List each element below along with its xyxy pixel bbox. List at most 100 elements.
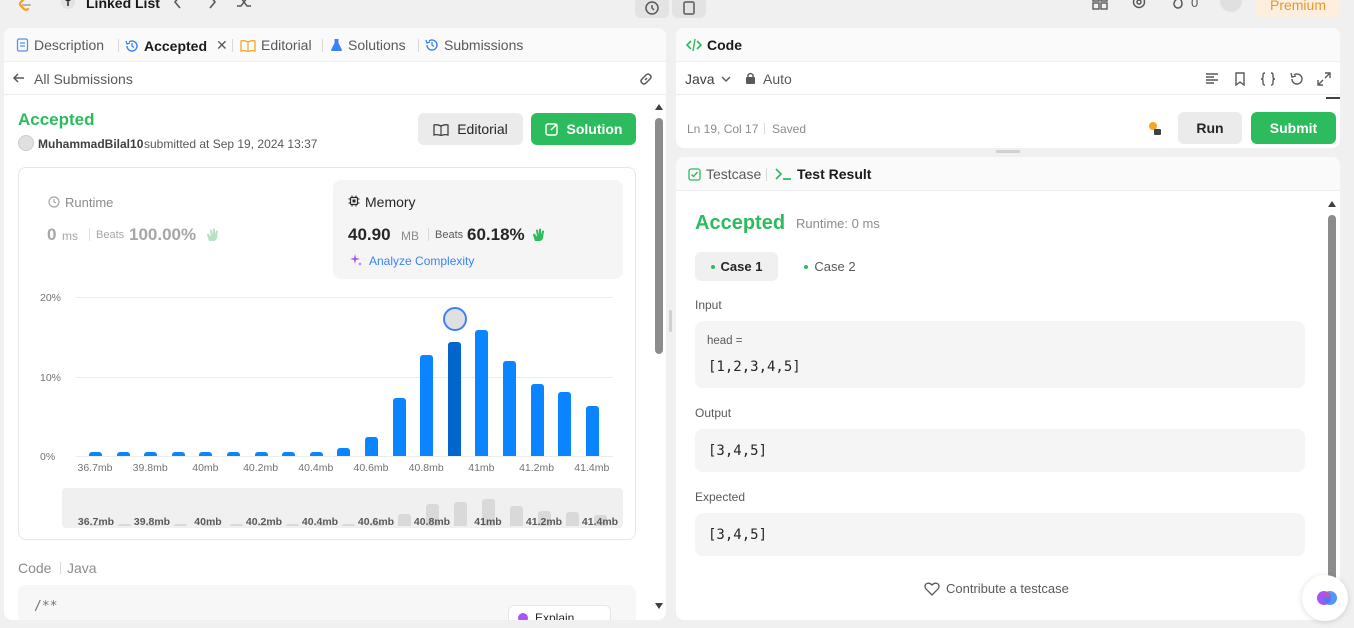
case-tab-1[interactable]: Case 1 <box>695 252 778 281</box>
streak-fire-icon[interactable] <box>1170 0 1186 10</box>
x-tick-label: 40.8mb <box>408 462 444 474</box>
chart-bar[interactable] <box>171 452 185 456</box>
chart-bar[interactable] <box>530 383 544 456</box>
streak-count: 0 <box>1191 0 1199 10</box>
tab-description[interactable]: Description <box>16 37 104 53</box>
username[interactable]: MuhammadBilal10 <box>38 137 143 151</box>
tab-test-result[interactable]: Test Result <box>774 166 871 182</box>
expand-icon[interactable] <box>1317 72 1331 86</box>
tab-code[interactable]: Code <box>686 37 742 53</box>
scroll-down-arrow[interactable] <box>655 603 663 609</box>
book-icon <box>240 39 256 52</box>
chart-bar[interactable] <box>199 452 213 456</box>
result-tab-bar: Testcase Test Result <box>676 157 1340 191</box>
settings-gear-icon[interactable] <box>1131 0 1147 10</box>
tab-submissions[interactable]: Submissions <box>425 37 523 53</box>
chart-bar[interactable] <box>365 436 378 456</box>
submit-button[interactable]: Submit <box>1251 112 1336 144</box>
scroll-up-arrow[interactable] <box>1328 201 1336 207</box>
tab-accepted[interactable]: Accepted ✕ <box>125 37 228 54</box>
chart-bar[interactable] <box>254 452 268 456</box>
tab-editorial[interactable]: Editorial <box>240 37 312 53</box>
minimap-tick-label: 40.8mb <box>413 516 451 528</box>
output-value: [3,4,5] <box>708 443 768 459</box>
chart-bar[interactable] <box>89 452 102 456</box>
chart-bar[interactable] <box>337 448 351 456</box>
panel-resize-handle[interactable] <box>669 310 672 332</box>
submission-panel: Description Accepted ✕ Editorial Solutio… <box>4 28 666 620</box>
premium-button[interactable]: Premium <box>1256 0 1340 18</box>
chart-bar[interactable] <box>227 452 240 456</box>
language-selected: Java <box>685 71 715 87</box>
chart-bar[interactable] <box>503 361 516 456</box>
mode-selector[interactable]: Auto <box>763 71 792 87</box>
divider <box>428 228 429 241</box>
all-submissions-link[interactable]: All Submissions <box>34 71 133 87</box>
chip-icon <box>348 195 360 207</box>
chart-bar[interactable] <box>282 452 296 456</box>
runtime-label: Runtime <box>65 195 114 210</box>
clap-hands-icon <box>205 227 221 243</box>
scroll-up-arrow[interactable] <box>655 104 663 110</box>
left-tab-bar: Description Accepted ✕ Editorial Solutio… <box>4 28 666 62</box>
memory-box[interactable]: Memory 40.90 MB Beats 60.18% Analyze Com… <box>333 180 623 279</box>
tab-solutions[interactable]: Solutions <box>330 37 406 53</box>
runtime-box[interactable]: Runtime 0 ms Beats 100.00% <box>32 180 316 279</box>
user-avatar[interactable] <box>18 135 34 151</box>
result-scrollbar-thumb[interactable] <box>1328 215 1336 615</box>
run-button[interactable]: Run <box>1178 112 1242 144</box>
tab-testcase[interactable]: Testcase <box>688 166 761 182</box>
timer-button[interactable] <box>635 0 669 18</box>
input-label: Input <box>695 298 722 312</box>
chart-bar[interactable] <box>585 405 599 456</box>
code-tab-bar: Code <box>676 28 1340 62</box>
chart-bar[interactable] <box>558 392 572 456</box>
book-icon <box>433 123 449 136</box>
chart-bar[interactable] <box>475 330 489 456</box>
editorial-button[interactable]: Editorial <box>418 113 523 145</box>
bookmark-icon[interactable] <box>1233 72 1247 86</box>
back-arrow-icon[interactable] <box>12 71 26 85</box>
panel-resize-handle[interactable] <box>996 150 1020 153</box>
chart-bar[interactable] <box>447 341 461 456</box>
problem-list-title[interactable]: Linked List <box>86 0 160 11</box>
format-icon[interactable] <box>1205 72 1219 86</box>
case-tab-2[interactable]: Case 2 <box>794 252 866 281</box>
history-icon <box>425 38 439 52</box>
input-value: [1,2,3,4,5] <box>708 359 801 375</box>
braces-icon[interactable] <box>1260 72 1276 86</box>
chart-bar[interactable] <box>309 452 323 456</box>
notes-button[interactable] <box>672 0 706 18</box>
minimap-tick-label: 39.8mb <box>133 516 171 528</box>
ai-assistant-button[interactable] <box>1302 575 1348 621</box>
next-problem-icon[interactable] <box>204 0 220 10</box>
explain-button[interactable]: Explain <box>508 605 611 620</box>
layout-icon[interactable] <box>1092 0 1108 10</box>
analyze-complexity-link[interactable]: Analyze Complexity <box>369 254 474 268</box>
contribute-testcase-button[interactable]: Contribute a testcase <box>924 581 1069 596</box>
close-tab-icon[interactable]: ✕ <box>216 37 228 54</box>
leetcode-logo-icon[interactable] <box>16 0 34 12</box>
chart-bar[interactable] <box>116 452 130 456</box>
debugger-lock-icon[interactable] <box>1146 120 1162 136</box>
chart-bar[interactable] <box>420 355 434 456</box>
chevron-down-icon <box>721 74 731 84</box>
tab-submissions-label: Submissions <box>444 37 524 53</box>
language-selector[interactable]: Java <box>685 71 731 87</box>
code-line: /** <box>34 599 58 614</box>
chart-minimap[interactable]: 36.7mb 39.8mb 40mb 40.2mb 40.4mb 40.6mb 40.8mb… <box>62 488 623 528</box>
divider <box>89 228 90 241</box>
result-runtime: Runtime: 0 ms <box>796 216 880 231</box>
prev-problem-icon[interactable] <box>170 0 186 10</box>
shuffle-icon[interactable] <box>236 0 252 10</box>
chart-bar[interactable] <box>392 397 406 456</box>
left-scrollbar-thumb[interactable] <box>655 118 663 354</box>
x-tick-label: 40.6mb <box>353 462 389 474</box>
memory-beats-value: 60.18% <box>467 225 525 244</box>
avatar[interactable] <box>1220 0 1242 12</box>
share-link-icon[interactable] <box>638 71 654 87</box>
solution-button[interactable]: Solution <box>531 113 636 145</box>
chart-bar[interactable] <box>144 452 158 456</box>
reset-icon[interactable] <box>1289 72 1303 86</box>
divider <box>764 123 765 134</box>
